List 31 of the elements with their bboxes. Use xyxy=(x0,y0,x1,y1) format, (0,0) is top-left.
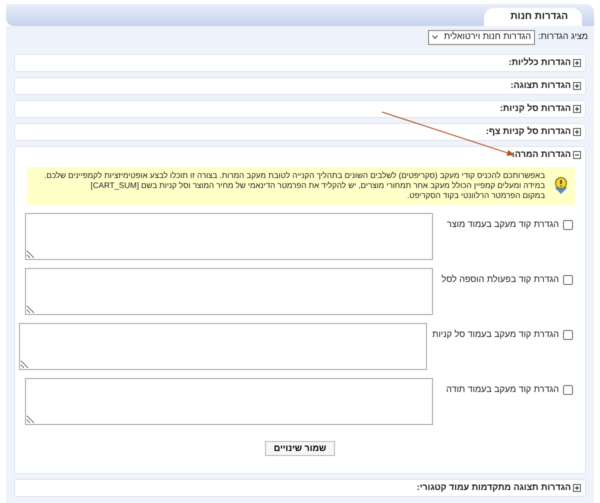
field-label: הגדרת קוד בפעולת הוספה לסל xyxy=(442,274,559,286)
collapse-icon[interactable] xyxy=(573,151,581,159)
view-selector-label: מציג הגדרות: xyxy=(538,31,588,43)
field-label: הגדרת קוד מעקב בעמוד סל קניות xyxy=(432,329,559,340)
view-selector-dropdown[interactable]: הגדרות חנות וירטואלית xyxy=(428,30,536,44)
code-input-field[interactable] xyxy=(19,323,427,370)
expand-icon[interactable] xyxy=(573,82,581,90)
checkbox[interactable] xyxy=(563,330,573,340)
checkbox[interactable] xyxy=(563,274,573,285)
section-title[interactable]: הגדרות המרה: xyxy=(512,149,571,161)
expand-icon[interactable] xyxy=(573,105,581,113)
expand-icon[interactable] xyxy=(573,484,581,492)
section-title[interactable]: הגדרות תצוגה: xyxy=(510,80,571,92)
section-title[interactable]: הגדרות סל קניות צף: xyxy=(486,126,571,138)
caret-icon xyxy=(432,35,438,39)
notice-text: באפשרותכם להכניס קודי מעקב (סקריפטים) לשלבים השונים בתהליך הקנייה לטובת מעקב המרות. בצורה זו תוכלו לבצע אופטימיזציות לקמפיינים שלכם. במידה ומעלים קמפיין הכולל מעקב אחר תמחורי מוצרים, יש להקליד את הפרמטר הדינאמי של מחיר המוצר וסל קניות בשם [CART_SUM] במקום הפרמטר הרלוונטי בקוד הסקריפט. xyxy=(44,171,545,201)
checkbox[interactable] xyxy=(563,384,573,395)
checkbox[interactable] xyxy=(563,220,573,230)
save-button[interactable]: שמור שינויים xyxy=(264,441,336,456)
field-label: הגדרת קוד מעקב בעמוד מוצר xyxy=(446,219,559,230)
expand-icon[interactable] xyxy=(573,128,581,136)
section-title[interactable]: הגדרות כלליות: xyxy=(508,57,571,69)
code-input-field[interactable] xyxy=(25,268,433,315)
warning-icon xyxy=(553,177,569,195)
section-title[interactable]: הגדרות סל קניות: xyxy=(500,103,571,115)
page-title: הגדרות חנות xyxy=(484,8,582,26)
code-input-field[interactable] xyxy=(25,213,433,260)
expand-icon[interactable] xyxy=(573,59,581,67)
field-label: הגדרת קוד מעקב בעמוד תודה xyxy=(446,384,559,396)
section-title[interactable]: הגדרות תצוגה מתקדמות עמוד קטגורי: xyxy=(416,482,571,494)
code-input-field[interactable] xyxy=(25,378,433,425)
